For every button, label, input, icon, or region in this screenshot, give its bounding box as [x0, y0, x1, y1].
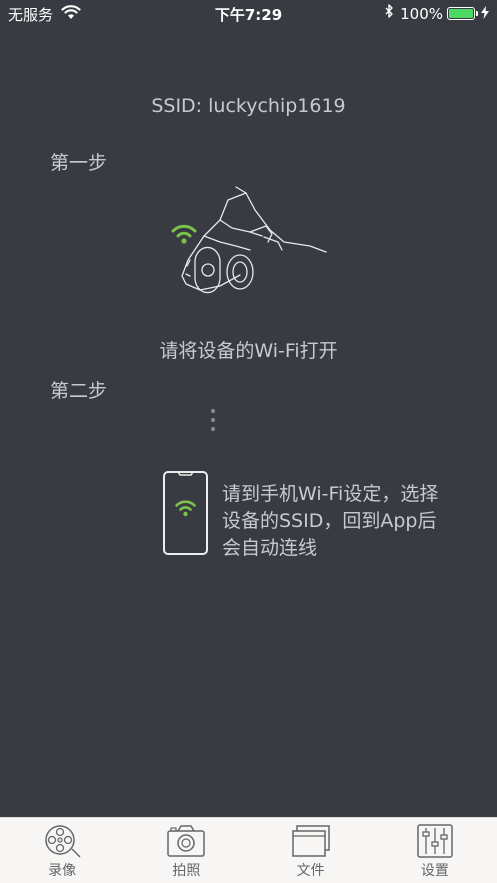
tab-settings[interactable]: 设置	[373, 818, 497, 883]
tab-label: 拍照	[172, 863, 201, 879]
vertical-dots-icon	[209, 408, 217, 434]
step1-label: 第一步	[50, 152, 108, 174]
step2-label: 第二步	[50, 380, 108, 402]
status-bar: 无服务 下午7:29 100%	[0, 0, 497, 28]
battery-level	[449, 9, 473, 18]
tab-label: 设置	[420, 863, 449, 879]
wifi-icon	[175, 500, 196, 517]
camera-device-outline	[181, 186, 327, 294]
battery-cap	[476, 11, 478, 16]
tab-files[interactable]: 文件	[249, 818, 373, 883]
tab-bar: 录像 拍照 文件 设置	[0, 817, 497, 883]
tab-label: 文件	[296, 863, 325, 879]
wifi-icon	[171, 224, 197, 244]
step2-instruction: 请到手机Wi-Fi设定，选择设备的SSID，回到App后会自动连线	[222, 483, 439, 559]
battery-icon	[447, 7, 475, 20]
camera-icon	[167, 825, 206, 857]
ssid-label: SSID: luckychip1619	[151, 95, 346, 117]
charging-bolt-icon	[481, 5, 489, 23]
bluetooth-icon	[384, 4, 394, 23]
tab-photo[interactable]: 拍照	[124, 818, 248, 883]
folder-icon	[291, 825, 330, 857]
sliders-icon	[417, 824, 453, 858]
tab-record[interactable]: 录像	[0, 818, 124, 883]
phone-wifi-illustration	[162, 470, 210, 556]
status-right: 100%	[384, 4, 489, 23]
device-wifi-illustration	[160, 180, 340, 305]
film-reel-icon	[45, 825, 81, 858]
step1-instruction: 请将设备的Wi-Fi打开	[159, 340, 338, 362]
tab-label: 录像	[48, 863, 77, 879]
battery-percent: 100%	[400, 4, 443, 23]
